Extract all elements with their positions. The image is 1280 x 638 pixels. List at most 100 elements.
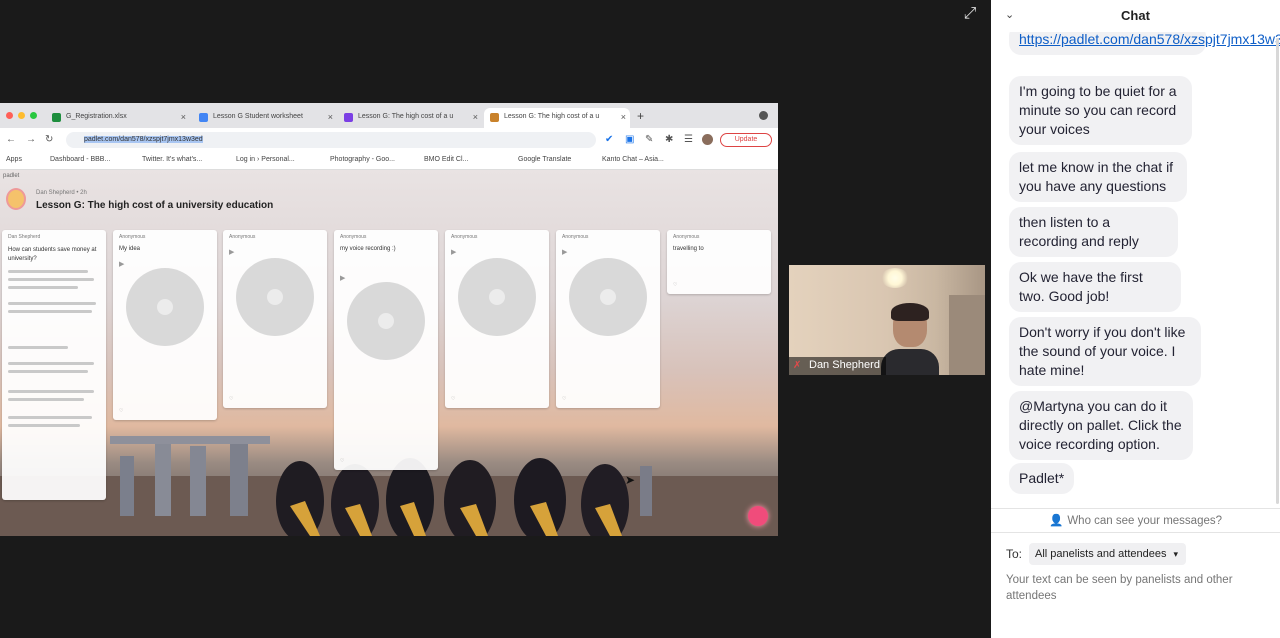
bookmark-item[interactable]: BMO Edit Cl... — [424, 156, 468, 163]
chat-header: Chat ⌄ — [991, 0, 1280, 32]
participant-name: Dan Shepherd — [809, 359, 880, 371]
forward-arrow-icon[interactable]: → — [26, 134, 36, 145]
puzzle-icon[interactable]: ✱ — [665, 134, 673, 145]
docs-icon — [199, 113, 208, 122]
update-button[interactable]: Update — [720, 133, 772, 147]
padlet-card[interactable]: Anonymous ▶ ♡ — [223, 230, 327, 408]
bookmark-item[interactable]: Twitter. It's what's... — [142, 156, 202, 163]
heart-icon[interactable]: ♡ — [451, 396, 455, 402]
bookmark-item[interactable]: Google Translate — [518, 156, 571, 163]
audio-disc-icon — [126, 268, 204, 346]
heart-icon[interactable]: ♡ — [673, 282, 677, 288]
text-line — [8, 390, 94, 393]
tab-label: Lesson G: The high cost of a u — [358, 113, 454, 120]
play-icon[interactable]: ▶ — [229, 248, 234, 256]
bookmark-item[interactable]: Dashboard - BBB... — [50, 156, 110, 163]
padlet-card[interactable]: Anonymous ▶ ♡ — [445, 230, 549, 408]
browser-tab[interactable]: Lesson G: The high cost of a u × — [338, 108, 482, 128]
participant-name-tag: ✗ Dan Shepherd — [789, 357, 886, 375]
message-input[interactable]: Your text can be seen by panelists and o… — [1006, 572, 1271, 604]
bookmark-item[interactable]: Apps — [6, 156, 22, 163]
card-author: Anonymous — [119, 234, 146, 240]
card-author: Anonymous — [562, 234, 589, 240]
media-icon[interactable]: ☰ — [684, 134, 693, 145]
browser-tab[interactable]: Lesson G Student worksheet × — [193, 108, 337, 128]
tab-label: G_Registration.xlsx — [66, 113, 127, 120]
add-post-button[interactable] — [748, 506, 768, 526]
reload-icon[interactable]: ↻ — [45, 134, 53, 145]
new-tab-icon[interactable]: + — [637, 109, 644, 123]
card-author: Dan Shepherd — [8, 234, 41, 240]
expand-arrows-icon[interactable]: ⤢ — [958, 4, 982, 24]
page-title: Lesson G: The high cost of a university … — [36, 200, 274, 211]
padlet-card[interactable]: Anonymous my voice recording :) ▶ ♡ — [334, 230, 438, 470]
chat-message: then listen to a recording and reply — [1009, 207, 1178, 257]
padlet-header: padlet Dan Shepherd • 2h Lesson G: The h… — [0, 170, 778, 220]
browser-tab-active[interactable]: Lesson G: The high cost of a u × — [484, 108, 630, 128]
chat-message-list[interactable]: https://padlet.com/dan578/xzspjt7jmx13w3… — [991, 32, 1280, 508]
extension-icon[interactable]: ✔ — [605, 134, 613, 145]
audio-disc-icon — [569, 258, 647, 336]
text-line — [8, 346, 68, 349]
user-eye-icon: 👤 — [1048, 515, 1064, 527]
padlet-card[interactable]: Anonymous My idea ▶ ♡ — [113, 230, 217, 420]
audio-disc-icon — [458, 258, 536, 336]
text-line — [8, 270, 88, 273]
browser-tab-bar: G_Registration.xlsx × Lesson G Student w… — [0, 103, 778, 128]
card-title: my voice recording :) — [340, 246, 396, 252]
extension-icon[interactable]: ▣ — [625, 134, 634, 145]
close-tab-icon[interactable]: × — [621, 112, 626, 122]
recipient-dropdown[interactable]: All panelists and attendees ▾ — [1029, 543, 1187, 565]
padlet-card[interactable]: Anonymous ▶ ♡ — [556, 230, 660, 408]
heart-icon[interactable]: ♡ — [562, 396, 566, 402]
avatar — [6, 188, 26, 210]
presenter-hair — [891, 303, 929, 321]
padlet-card[interactable]: Dan Shepherd How can students save money… — [2, 230, 106, 500]
zoom-window-dot[interactable] — [30, 112, 37, 119]
heart-icon[interactable]: ♡ — [229, 396, 233, 402]
avatar[interactable] — [702, 134, 713, 145]
close-tab-icon[interactable]: × — [181, 112, 186, 122]
heart-icon[interactable]: ♡ — [340, 458, 344, 464]
who-can-see-messages-link[interactable]: 👤 Who can see your messages? — [991, 508, 1280, 533]
text-line — [8, 286, 78, 289]
heart-icon[interactable]: ♡ — [119, 408, 123, 414]
browser-tab[interactable]: G_Registration.xlsx × — [46, 108, 190, 128]
mouse-cursor-icon: ➤ — [625, 473, 636, 487]
padlet-icon — [490, 113, 499, 122]
webcam-video[interactable]: ✗ Dan Shepherd — [789, 265, 985, 375]
text-line — [8, 302, 96, 305]
close-tab-icon[interactable]: × — [328, 112, 333, 122]
chevron-down-icon[interactable]: ⌄ — [1005, 8, 1014, 21]
ceiling-lamp — [881, 268, 909, 288]
audio-disc-icon — [236, 258, 314, 336]
chat-message: Don't worry if you don't like the sound … — [1009, 317, 1201, 386]
minimize-window-dot[interactable] — [18, 112, 25, 119]
text-line — [8, 398, 84, 401]
profile-icon[interactable] — [759, 111, 768, 120]
who-can-see-label: Who can see your messages? — [1067, 515, 1223, 527]
text-line — [8, 278, 94, 281]
url-input[interactable]: padlet.com/dan578/xzspjt7jmx13w3ed — [66, 132, 596, 148]
play-icon[interactable]: ▶ — [340, 274, 345, 282]
close-tab-icon[interactable]: × — [473, 112, 478, 122]
chat-title: Chat — [1121, 8, 1150, 23]
chat-message: Padlet* — [1009, 463, 1075, 494]
chat-scrollbar[interactable] — [1276, 38, 1279, 504]
close-window-dot[interactable] — [6, 112, 13, 119]
play-icon[interactable]: ▶ — [562, 248, 567, 256]
padlet-card[interactable]: Anonymous travelling to ♡ — [667, 230, 771, 294]
bookmarks-bar: Apps Dashboard - BBB... Twitter. It's wh… — [0, 152, 778, 170]
bookmark-item[interactable]: Photography - Goo... — [330, 156, 395, 163]
card-title: travelling to — [673, 246, 704, 252]
chat-message-link[interactable]: https://padlet.com/dan578/xzspjt7jmx13w3… — [1009, 32, 1280, 55]
play-icon[interactable]: ▶ — [119, 260, 124, 268]
bookmark-item[interactable]: Log in › Personal... — [236, 156, 295, 163]
back-arrow-icon[interactable]: ← — [6, 134, 16, 145]
play-icon[interactable]: ▶ — [451, 248, 456, 256]
extension-icon[interactable]: ✎ — [645, 134, 653, 145]
recipient-value: All panelists and attendees — [1035, 548, 1167, 560]
text-line — [8, 424, 80, 427]
chat-panel: Chat ⌄ https://padlet.com/dan578/xzspjt7… — [991, 0, 1280, 638]
bookmark-item[interactable]: Kanto Chat – Asia... — [602, 156, 664, 163]
